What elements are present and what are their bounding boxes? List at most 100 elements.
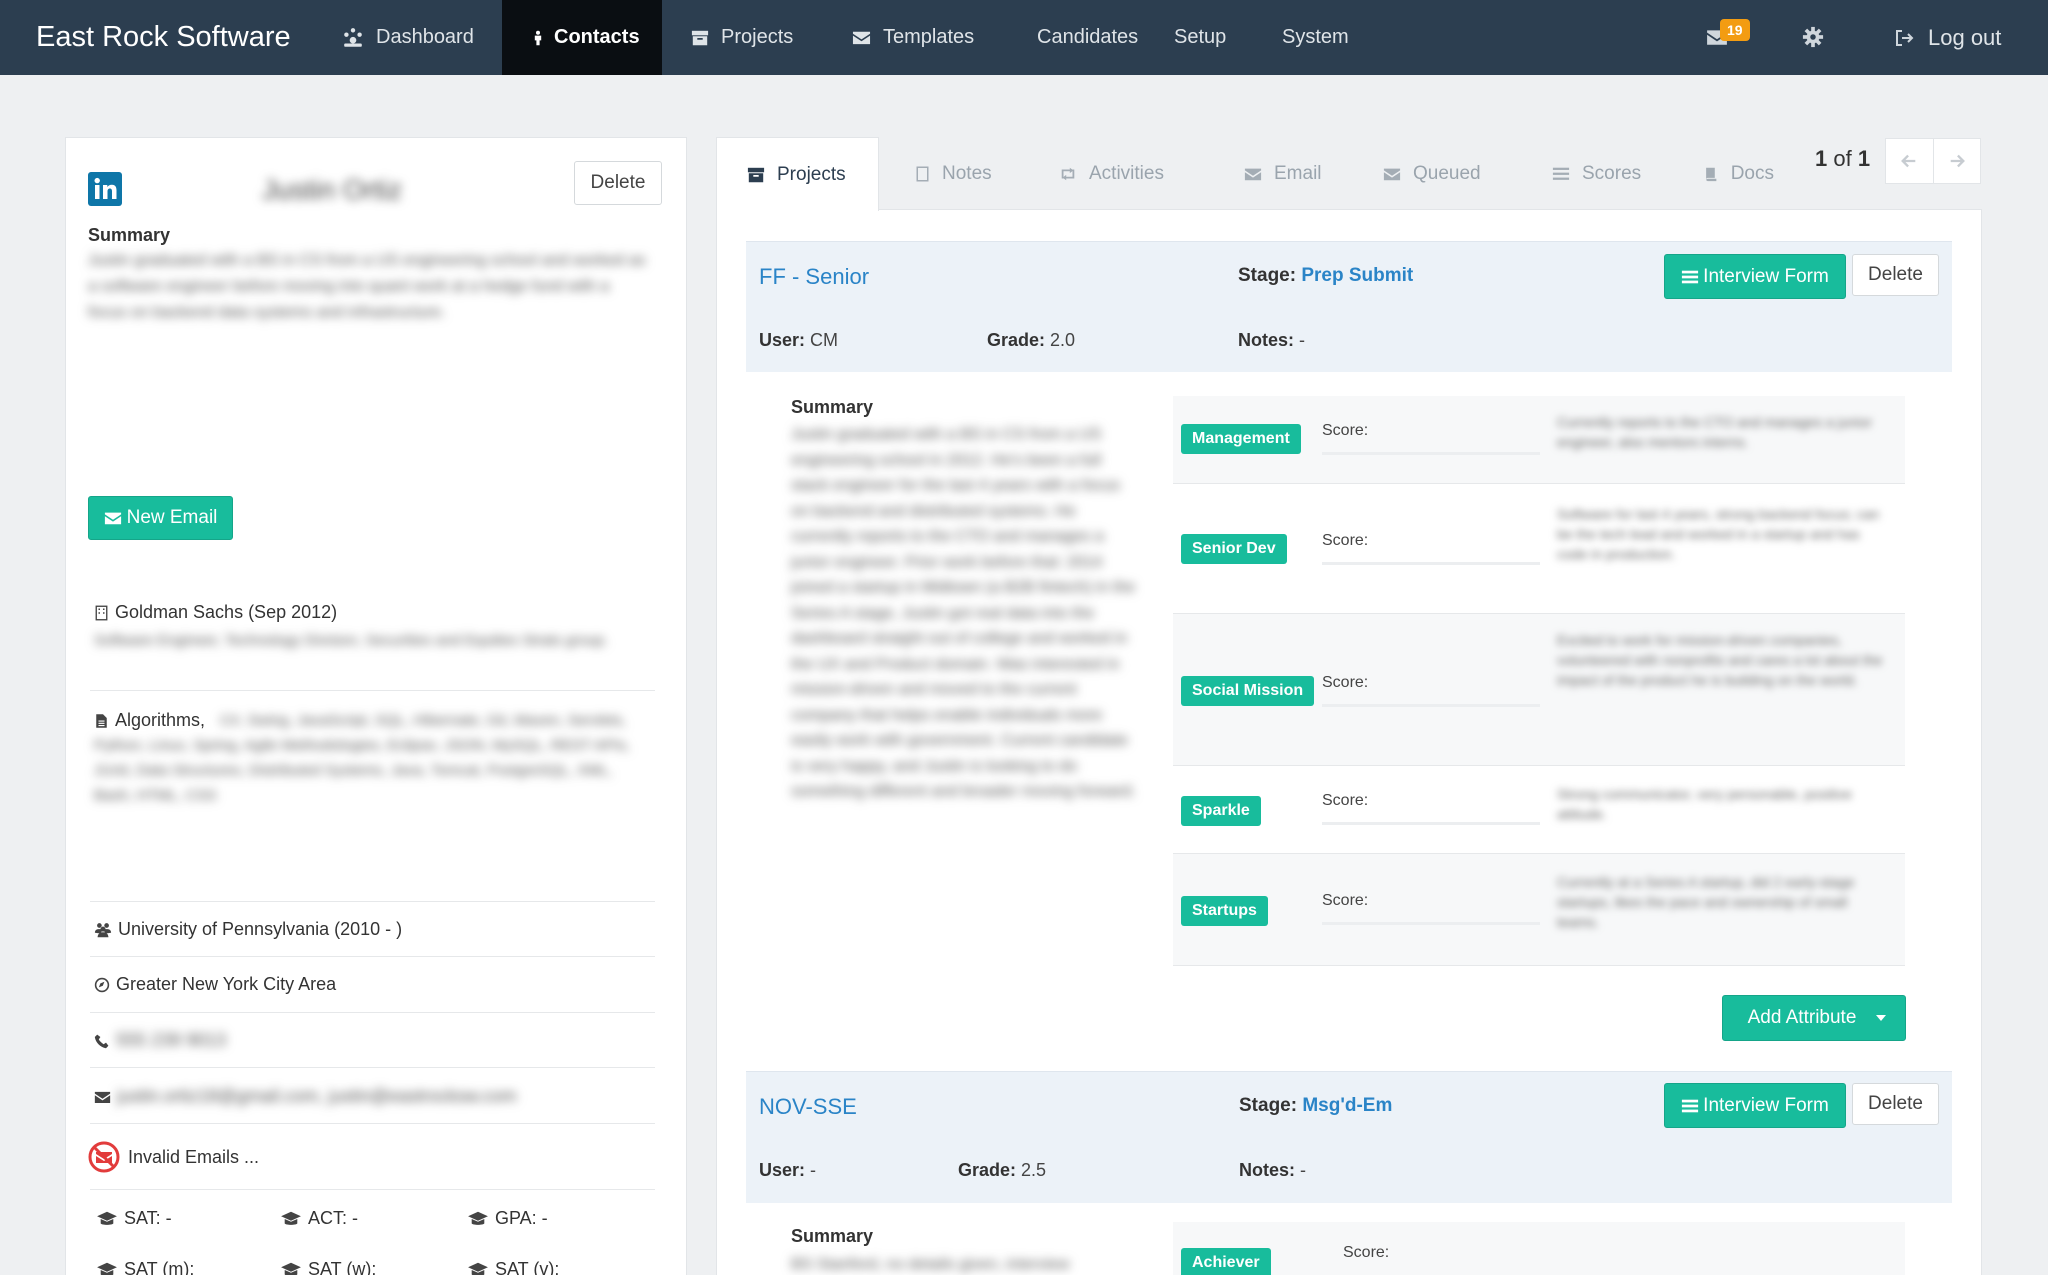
nav-dashboard[interactable]: Dashboard	[313, 0, 502, 75]
document-icon	[916, 166, 929, 181]
score-input[interactable]	[1322, 452, 1540, 455]
attribute-note: Excited to work for mission-driven compa…	[1557, 632, 1883, 688]
divider	[90, 956, 655, 957]
sat-writing-score: SAT (w):	[280, 1259, 376, 1275]
attribute-row: Achiever Score:	[1173, 1222, 1905, 1275]
score-input[interactable]	[1322, 922, 1540, 925]
attribute-tag[interactable]: Senior Dev	[1181, 534, 1287, 564]
list-icon	[1682, 1099, 1699, 1112]
nav-contacts[interactable]: Contacts	[502, 0, 662, 75]
sat-label: SAT: -	[124, 1208, 172, 1228]
delete-contact-button[interactable]: Delete	[574, 161, 662, 205]
main-nav: Dashboard Contacts Projects Templates Ca…	[313, 0, 1386, 75]
tab-label: Notes	[942, 162, 992, 184]
tab-queued[interactable]: Queued	[1340, 137, 1503, 210]
new-email-button[interactable]: New Email	[88, 496, 233, 540]
previous-page-button[interactable]	[1886, 139, 1934, 183]
act-label: ACT: -	[308, 1208, 359, 1228]
grade-label: Grade:	[958, 1160, 1017, 1180]
summary-heading: Summary	[88, 225, 171, 245]
attribute-tag[interactable]: Sparkle	[1181, 796, 1261, 826]
person-icon	[534, 30, 542, 45]
nav-label: Templates	[883, 26, 975, 48]
score-input[interactable]	[1322, 704, 1540, 707]
list-icon	[1552, 167, 1570, 180]
attribute-tag[interactable]: Startups	[1181, 896, 1268, 926]
caret-down-icon	[1876, 1015, 1886, 1021]
divider	[90, 1189, 655, 1190]
attribute-row: Social Mission Score: Excited to work fo…	[1173, 614, 1905, 766]
invalid-emails-row[interactable]: Invalid Emails ...	[88, 1141, 259, 1173]
nav-setup[interactable]: Setup	[1146, 0, 1266, 75]
project-grade: Grade: 2.5	[958, 1160, 1046, 1181]
sat-math-score: SAT (m):	[96, 1259, 194, 1275]
notification-badge: 19	[1720, 19, 1750, 41]
brand-logo[interactable]: East Rock Software	[0, 0, 313, 75]
project-name[interactable]: NOV-SSE	[759, 1094, 857, 1120]
notes-value: -	[1300, 1160, 1307, 1180]
delete-project-button[interactable]: Delete	[1852, 1083, 1939, 1125]
location-icon	[94, 977, 110, 992]
score-input[interactable]	[1322, 562, 1540, 565]
attribute-note: Strong communicator, very personable, po…	[1557, 786, 1852, 822]
pager-total: 1	[1857, 146, 1871, 171]
skills-text: C#, Swing, JavaScript, SQL, Hibernate, G…	[94, 712, 630, 804]
stage-link[interactable]: Prep Submit	[1301, 265, 1413, 286]
tab-label: Activities	[1089, 162, 1164, 184]
logout-button[interactable]: Log out	[1894, 0, 2001, 75]
divider	[90, 690, 655, 691]
next-page-button[interactable]	[1934, 139, 1981, 183]
top-navbar: East Rock Software Dashboard Contacts Pr…	[0, 0, 2048, 75]
linkedin-icon[interactable]	[88, 172, 122, 206]
attribute-tag[interactable]: Social Mission	[1181, 676, 1315, 706]
envelope-icon	[1244, 168, 1262, 180]
attribute-tag[interactable]: Management	[1181, 424, 1301, 454]
divider	[90, 1067, 655, 1068]
graduation-cap-icon	[97, 1211, 117, 1225]
users-icon	[94, 922, 112, 937]
tab-projects[interactable]: Projects	[716, 137, 879, 211]
score-label: Score:	[1322, 532, 1369, 549]
envelope-icon	[104, 512, 121, 525]
stage-link[interactable]: Msg'd-Em	[1302, 1095, 1392, 1116]
project-name[interactable]: FF - Senior	[759, 264, 869, 290]
school-text: University of Pennsylvania (2010 - )	[118, 919, 403, 939]
graduation-cap-icon	[468, 1262, 488, 1275]
notes-value: -	[1299, 330, 1306, 350]
score-label: Score:	[1322, 422, 1369, 439]
divider	[90, 1012, 655, 1013]
project-user: User: -	[759, 1160, 816, 1181]
project-stage: Stage: Msg'd-Em	[1239, 1095, 1392, 1117]
nav-templates[interactable]: Templates	[823, 0, 1012, 75]
tab-activities[interactable]: Activities	[1017, 137, 1194, 210]
tab-docs[interactable]: Docs	[1654, 137, 1774, 210]
company-text: Goldman Sachs (Sep 2012)	[115, 602, 338, 622]
nav-projects[interactable]: Projects	[662, 0, 823, 75]
tab-label: Email	[1274, 162, 1322, 184]
project-stage: Stage: Prep Submit	[1238, 265, 1413, 287]
tab-email[interactable]: Email	[1194, 137, 1340, 210]
nav-system[interactable]: System	[1266, 0, 1386, 75]
attribute-tag[interactable]: Achiever	[1181, 1248, 1271, 1275]
nav-candidates[interactable]: Candidates	[1012, 0, 1146, 75]
interview-form-label: Interview Form	[1703, 265, 1829, 287]
interview-form-label: Interview Form	[1703, 1094, 1829, 1116]
arrow-left-icon	[1901, 154, 1916, 168]
notes-label: Notes:	[1238, 330, 1295, 350]
stage-label: Stage:	[1238, 265, 1297, 286]
tab-notes[interactable]: Notes	[879, 137, 1017, 210]
settings-button[interactable]	[1802, 26, 1824, 48]
delete-project-button[interactable]: Delete	[1852, 254, 1939, 296]
location-row: Greater New York City Area	[94, 974, 336, 995]
graduation-cap-icon	[281, 1262, 301, 1275]
interview-form-button[interactable]: Interview Form	[1664, 1083, 1846, 1128]
interview-form-button[interactable]: Interview Form	[1664, 254, 1846, 299]
attribute-note: Software for last 4 years, strong backen…	[1557, 506, 1880, 562]
score-input[interactable]	[1322, 822, 1540, 825]
tab-scores[interactable]: Scores	[1503, 137, 1654, 210]
nav-label: Projects	[721, 26, 794, 48]
score-label: Score:	[1322, 892, 1369, 909]
score-label: Score:	[1322, 792, 1369, 809]
graduation-cap-icon	[281, 1211, 301, 1225]
add-attribute-button[interactable]: Add Attribute	[1722, 995, 1906, 1041]
